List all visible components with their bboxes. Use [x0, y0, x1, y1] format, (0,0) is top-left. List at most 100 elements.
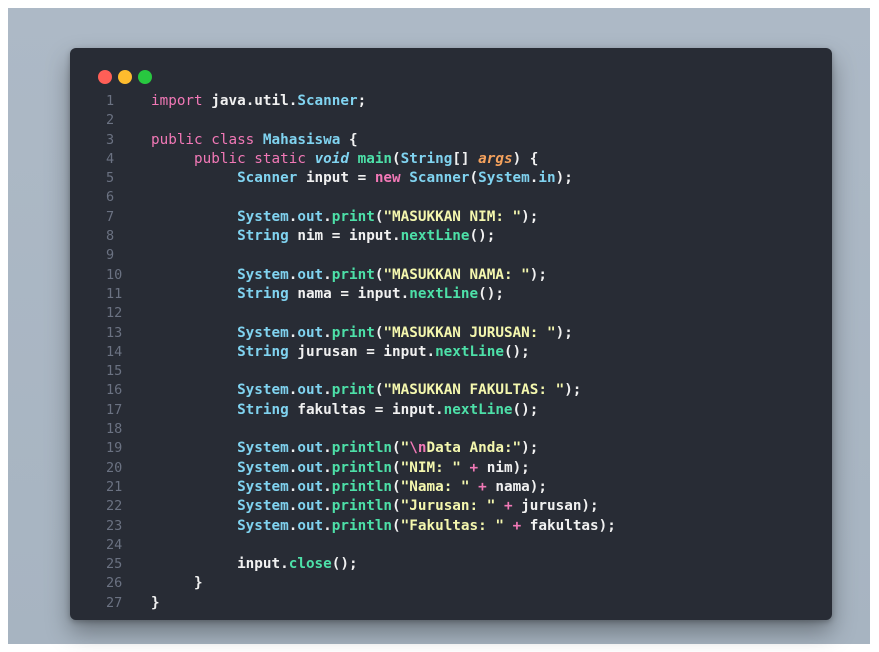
line-number: 20	[106, 459, 123, 476]
code-token: void	[314, 150, 349, 167]
code-token: );	[564, 382, 582, 399]
code-token: System	[237, 382, 289, 399]
code-token: new	[374, 170, 410, 187]
line-number: 6	[106, 189, 115, 206]
code-token: println	[331, 440, 393, 457]
code-token: );	[521, 208, 539, 225]
code-token: out	[297, 478, 324, 495]
code-token: jurusan = input.	[288, 343, 436, 360]
code-token: "Nama: "	[400, 478, 470, 495]
code-token: nextLine	[443, 401, 513, 418]
code-token: out	[297, 459, 324, 476]
code-token: print	[331, 382, 375, 399]
code-token: Scanner	[297, 93, 358, 109]
code-token: String	[237, 343, 289, 360]
code-token: "NIM: "	[400, 459, 461, 476]
code-token: (	[392, 478, 401, 495]
code-token: nextLine	[400, 228, 470, 245]
code-token: +	[469, 459, 479, 476]
code-token: "MASUKKAN NAMA: "	[383, 266, 530, 283]
code-token: System	[237, 517, 289, 534]
line-content: String jurusan = input.nextLine();	[151, 343, 530, 362]
line-number: 25	[106, 556, 123, 573]
code-token: import	[151, 93, 212, 109]
code-token: ) {	[512, 150, 539, 167]
code-token: println	[331, 498, 393, 515]
code-token: []	[452, 150, 479, 167]
code-token: .	[323, 478, 332, 495]
line-number: 7	[106, 208, 115, 225]
code-token: "	[400, 440, 410, 457]
code-token: "Jurusan: "	[400, 498, 496, 515]
code-token: (	[469, 170, 479, 187]
line-content: System.out.print("MASUKKAN JURUSAN: ");	[151, 324, 573, 343]
minimize-dot[interactable]	[118, 70, 132, 84]
code-token: ();	[503, 343, 530, 360]
line-content: System.out.println("NIM: " + nim);	[151, 459, 530, 478]
code-token: ();	[478, 285, 504, 302]
line-content: System.out.print("MASUKKAN NIM: ");	[151, 208, 538, 227]
code-token: );	[555, 170, 573, 187]
code-token: .	[323, 440, 332, 457]
line-number: 8	[106, 228, 115, 245]
line-number: 9	[106, 247, 115, 264]
code-token: Scanner	[237, 170, 298, 187]
line-number: 16	[106, 382, 123, 399]
code-token: String	[400, 150, 453, 167]
code-window: 1 import java.util.Scanner; 2 3 public class…	[70, 48, 832, 620]
line-content: System.out.print("MASUKKAN FAKULTAS: ");	[151, 381, 581, 400]
line-number: 17	[106, 401, 123, 418]
code-token: (	[392, 150, 401, 167]
code-token: .	[323, 382, 332, 399]
close-dot[interactable]	[98, 70, 112, 84]
code-token: nextLine	[409, 285, 479, 302]
line-content: System.out.println("Jurusan: " + jurusan…	[151, 497, 599, 516]
code-token: nama = input.	[288, 285, 410, 302]
code-token: input =	[297, 170, 375, 187]
code-token: (	[392, 459, 401, 476]
line-content: Scanner input = new Scanner(System.in);	[151, 169, 573, 188]
code-token: .	[323, 266, 332, 283]
code-token: nim = input.	[288, 228, 401, 245]
line-number: 12	[106, 305, 123, 322]
line-content: String nama = input.nextLine();	[151, 285, 504, 304]
code-token: ;	[357, 93, 367, 109]
code-token: Scanner	[409, 170, 470, 187]
code-token: System	[237, 208, 289, 225]
code-token: "MASUKKAN NIM: "	[383, 208, 522, 225]
code-token: out	[297, 382, 324, 399]
code-token: System	[237, 498, 289, 515]
code-token: System	[237, 440, 289, 457]
line-number: 14	[106, 343, 123, 360]
code-token: +	[478, 478, 487, 495]
code-token: nextLine	[435, 343, 504, 360]
code-token: nim);	[478, 459, 530, 476]
code-token: );	[529, 266, 547, 283]
code-token: (	[392, 498, 401, 515]
code-token: main	[357, 150, 393, 167]
line-number: 23	[106, 517, 123, 534]
code-token: "MASUKKAN JURUSAN: "	[383, 324, 556, 341]
line-number: 22	[106, 498, 123, 515]
maximize-dot[interactable]	[138, 70, 152, 84]
code-token: .	[323, 208, 332, 225]
code-token: System	[237, 266, 289, 283]
code-token: (	[392, 517, 401, 534]
line-number: 10	[106, 266, 123, 283]
line-number: 18	[106, 421, 123, 438]
code-token: .	[323, 459, 332, 476]
code-token: out	[297, 498, 324, 515]
code-token: fakultas);	[521, 517, 616, 534]
